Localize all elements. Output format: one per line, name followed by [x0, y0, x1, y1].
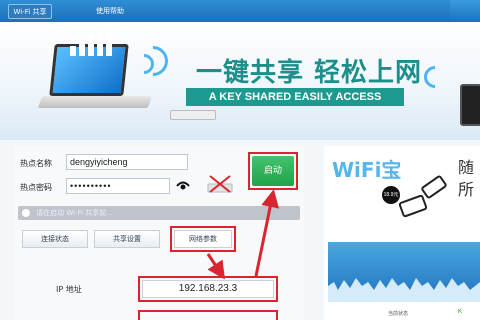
arrow-to-start-button — [254, 189, 280, 277]
ad-side-text-1: 随 — [458, 158, 475, 177]
arrow-to-ip-field — [206, 253, 225, 280]
footer-status-label: 当前状态 — [388, 311, 409, 317]
footer-status-value: K — [458, 309, 463, 315]
wifi-dongle-image — [420, 174, 448, 200]
ad-side-text-2: 所 — [458, 180, 475, 199]
ad-panel[interactable]: WiFi宝 随 所 18.9元 — [324, 146, 480, 320]
price-badge: 18.9元 — [382, 186, 400, 204]
signal-graph — [328, 242, 480, 302]
wifi-dongle-image — [398, 194, 428, 218]
ad-logo: WiFi宝 — [332, 158, 402, 182]
